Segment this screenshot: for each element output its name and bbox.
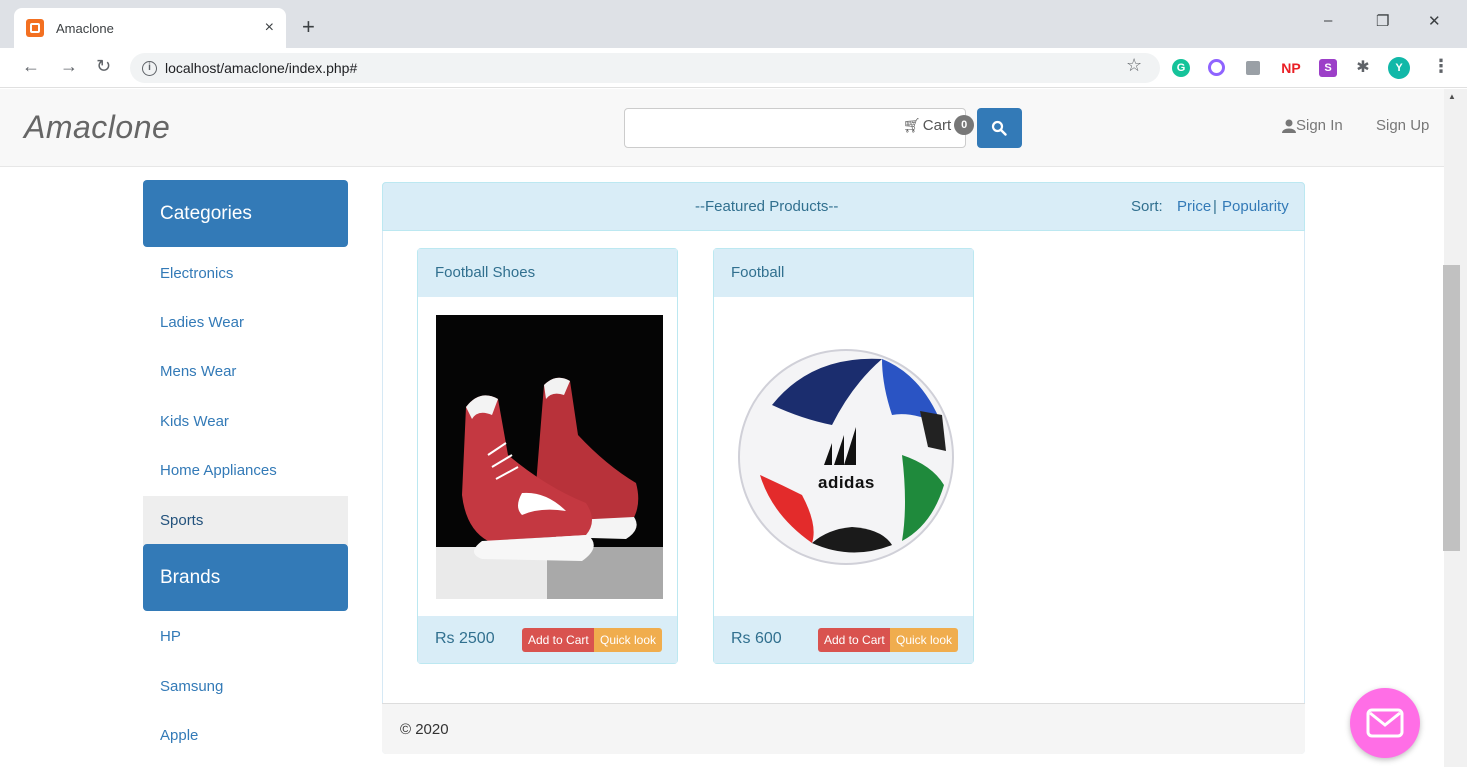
sort-label: Sort: <box>1131 198 1163 215</box>
tab-close-icon[interactable]: × <box>265 19 274 37</box>
page-footer: © 2020 <box>382 703 1305 754</box>
product-footer: Rs 2500 Add to Cart Quick look <box>418 616 677 663</box>
cart-label: Cart <box>922 116 952 134</box>
ball-brand-text: adidas <box>818 473 875 492</box>
profile-avatar[interactable]: Y <box>1388 57 1410 79</box>
site-navbar: Amaclone 🛒︎ Cart 0 Sign In Sign Up <box>0 89 1444 167</box>
category-sports[interactable]: Sports <box>143 496 348 545</box>
browser-tab[interactable]: Amaclone × <box>14 8 286 48</box>
football-image <box>738 349 954 565</box>
address-bar[interactable]: i localhost/amaclone/index.php# <box>130 53 1160 83</box>
chat-button[interactable] <box>1350 688 1420 758</box>
gray-extension-icon[interactable] <box>1246 61 1260 75</box>
browser-tabbar: Amaclone × + – ❐ ✕ <box>0 0 1467 48</box>
category-mens-wear[interactable]: Mens Wear <box>143 347 348 396</box>
cart-icon: 🛒︎ <box>903 116 921 133</box>
close-window-button[interactable]: ✕ <box>1428 12 1441 30</box>
sign-in-label: Sign In <box>1296 117 1343 134</box>
info-icon[interactable]: i <box>142 60 157 76</box>
sign-up-link[interactable]: Sign Up <box>1376 117 1429 134</box>
category-kids-wear[interactable]: Kids Wear <box>143 397 348 446</box>
brand-logo[interactable]: Amaclone <box>24 109 170 146</box>
product-price: Rs 2500 <box>435 630 495 647</box>
cart-link[interactable]: 🛒︎ Cart 0 <box>903 115 975 135</box>
xampp-favicon-icon <box>26 19 44 37</box>
categories-header: Categories <box>143 180 348 247</box>
scroll-up-arrow-icon[interactable]: ▲ <box>1448 92 1456 101</box>
search-button[interactable] <box>977 108 1022 148</box>
product-title[interactable]: Football Shoes <box>418 249 677 297</box>
shoes-image <box>436 315 663 599</box>
puzzle-extensions-icon[interactable]: ✱ <box>1354 59 1372 77</box>
add-to-cart-button[interactable]: Add to Cart <box>818 628 891 652</box>
url-text[interactable]: localhost/amaclone/index.php# <box>165 60 357 76</box>
browser-toolbar: ← → ↻ i localhost/amaclone/index.php# ☆ … <box>0 48 1467 88</box>
category-home-appliances[interactable]: Home Appliances <box>143 446 348 495</box>
restore-button[interactable]: ❐ <box>1376 12 1389 30</box>
cart-count-badge: 0 <box>954 115 975 135</box>
featured-title: --Featured Products-- <box>695 198 839 215</box>
brand-hp[interactable]: HP <box>143 612 348 661</box>
sign-in-link[interactable]: Sign In <box>1282 117 1343 134</box>
category-ladies-wear[interactable]: Ladies Wear <box>143 298 348 347</box>
grammarly-icon[interactable]: G <box>1172 59 1190 77</box>
new-tab-button[interactable]: + <box>302 14 315 40</box>
minimize-button[interactable]: – <box>1324 12 1332 29</box>
np-label: NP <box>1281 60 1301 76</box>
product-image-football[interactable]: adidas <box>732 315 959 599</box>
user-icon <box>1282 119 1296 133</box>
product-price: Rs 600 <box>731 630 782 647</box>
bookmark-star-icon[interactable]: ☆ <box>1126 55 1142 76</box>
tab-title: Amaclone <box>56 20 114 36</box>
np-extension-icon[interactable]: NP <box>1279 59 1303 77</box>
product-card[interactable]: Football Shoes Rs 2500 Add to Cart Quick… <box>417 248 678 664</box>
product-image-shoes[interactable] <box>436 315 663 599</box>
brand-samsung[interactable]: Samsung <box>143 662 348 711</box>
sort-popularity-link[interactable]: Popularity <box>1222 198 1289 215</box>
brand-apple[interactable]: Apple <box>143 711 348 760</box>
scrollbar-thumb[interactable] <box>1443 265 1460 551</box>
ring-extension-icon[interactable] <box>1208 59 1225 76</box>
category-electronics[interactable]: Electronics <box>143 249 348 298</box>
sort-separator: | <box>1213 198 1217 215</box>
brands-header: Brands <box>143 544 348 611</box>
reload-icon[interactable]: ↻ <box>96 56 111 77</box>
s-extension-icon[interactable]: S <box>1319 59 1337 77</box>
add-to-cart-button[interactable]: Add to Cart <box>522 628 595 652</box>
web-page: Amaclone 🛒︎ Cart 0 Sign In Sign Up Categ… <box>0 89 1444 767</box>
quick-look-button[interactable]: Quick look <box>890 628 959 652</box>
featured-products-header: --Featured Products-- Sort: Price | Popu… <box>382 182 1305 231</box>
search-icon <box>991 120 1007 136</box>
sort-price-link[interactable]: Price <box>1177 198 1211 215</box>
product-card[interactable]: Football adidas Rs 600 Add to Cart Quick… <box>713 248 974 664</box>
back-arrow-icon[interactable]: ← <box>22 56 40 77</box>
menu-kebab-icon[interactable]: ⋮ <box>1432 56 1450 77</box>
product-footer: Rs 600 Add to Cart Quick look <box>714 616 973 663</box>
envelope-icon <box>1366 708 1404 738</box>
forward-arrow-icon[interactable]: → <box>60 56 78 77</box>
quick-look-button[interactable]: Quick look <box>594 628 663 652</box>
product-title[interactable]: Football <box>714 249 973 297</box>
